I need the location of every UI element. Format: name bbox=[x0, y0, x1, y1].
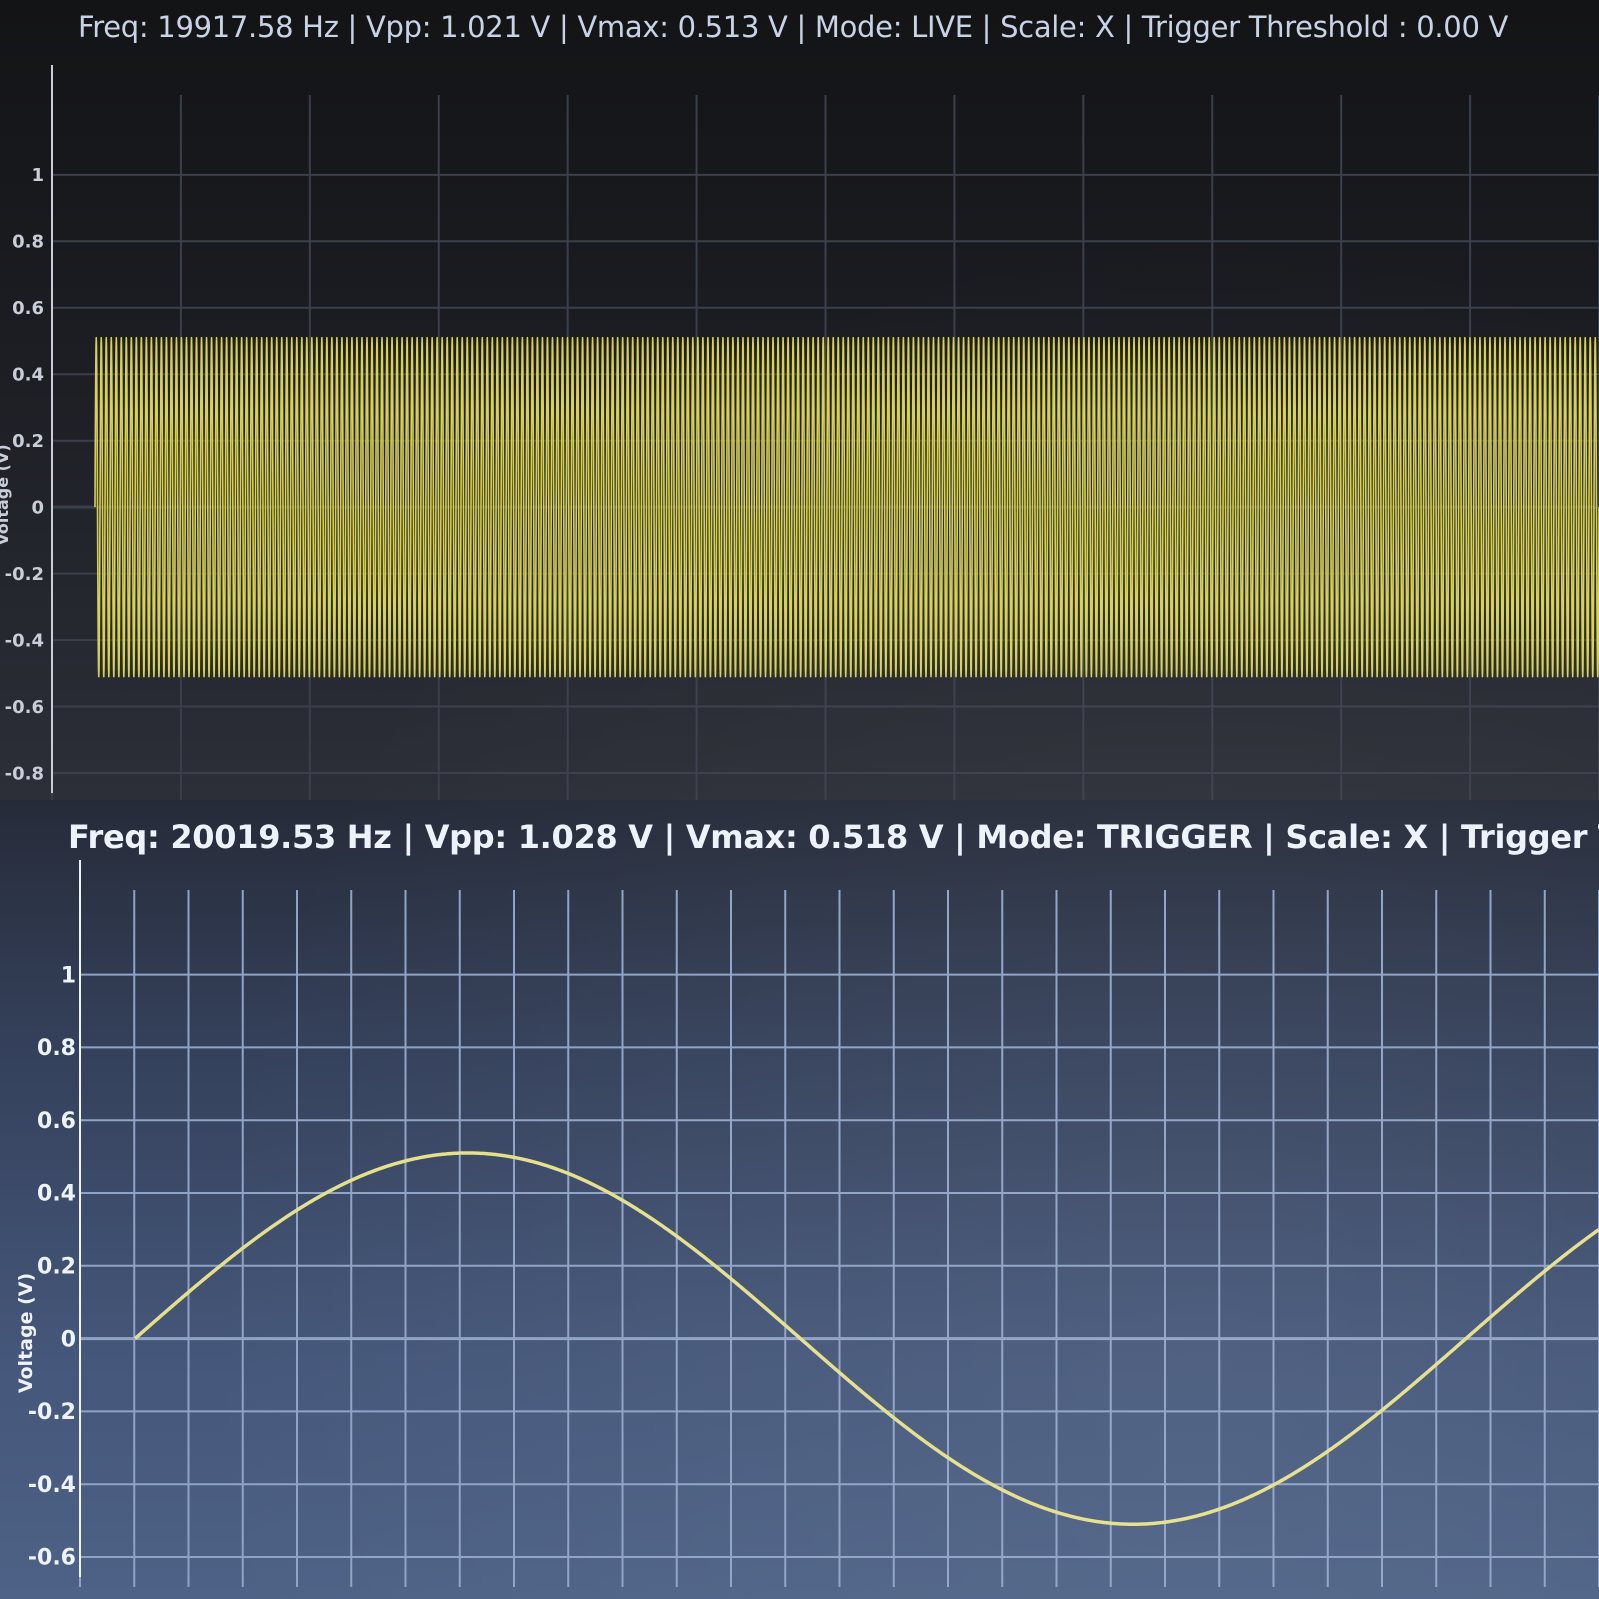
separator: | bbox=[652, 818, 686, 856]
y-tick-label: 0.6 bbox=[37, 1109, 76, 1134]
vpp-readout: Vpp: 1.021 V bbox=[365, 10, 551, 44]
y-tick-label: 1 bbox=[61, 963, 76, 988]
y-tick-label: 0.8 bbox=[12, 232, 44, 253]
separator: | bbox=[338, 10, 366, 44]
trigger-waveform-plot: 1 0.8 0.6 0.4 0.2 0 -0.2 -0.4 -0.6 Voltage (V) bbox=[15, 860, 1599, 1587]
trigger-threshold-readout: Trigger Threshold : 0.00 V bbox=[1141, 10, 1509, 44]
trigger-threshold-readout: Trigger Thres bbox=[1460, 818, 1599, 856]
y-tick-label: -0.6 bbox=[28, 1546, 76, 1571]
mode-readout: Mode: TRIGGER bbox=[976, 818, 1253, 856]
y-tick-label: -0.4 bbox=[28, 1473, 76, 1498]
live-status-bar: Freq: 19917.58 Hz | Vpp: 1.021 V | Vmax:… bbox=[78, 10, 1599, 44]
y-tick-label: -0.2 bbox=[28, 1400, 76, 1425]
separator: | bbox=[943, 818, 977, 856]
vmax-readout: Vmax: 0.513 V bbox=[577, 10, 788, 44]
separator: | bbox=[391, 818, 425, 856]
freq-readout: Freq: 20019.53 Hz bbox=[68, 818, 392, 856]
y-axis-label: Voltage (V) bbox=[15, 1273, 37, 1393]
y-tick-label: 0.8 bbox=[37, 1036, 76, 1061]
separator: | bbox=[972, 10, 1001, 44]
y-tick-labels: 1 0.8 0.6 0.4 0.2 0 -0.2 -0.4 -0.6 bbox=[28, 963, 76, 1570]
y-tick-label: 0.4 bbox=[12, 365, 44, 386]
separator: | bbox=[1114, 10, 1142, 44]
oscilloscope-screen: 1 0.8 0.6 0.4 0.2 0 -0.2 -0.4 -0.6 -0.8 Voltage (V… bbox=[0, 0, 1599, 1599]
y-tick-label: 0.6 bbox=[12, 298, 44, 319]
trigger-scope-panel: 1 0.8 0.6 0.4 0.2 0 -0.2 -0.4 -0.6 Voltage (V) Fr… bbox=[0, 800, 1599, 1599]
separator: | bbox=[1427, 818, 1461, 856]
y-tick-label: 0.2 bbox=[12, 431, 44, 452]
y-tick-label: 0 bbox=[61, 1327, 76, 1352]
y-tick-label: 0 bbox=[31, 497, 44, 518]
y-tick-label: 0.4 bbox=[37, 1182, 76, 1207]
y-tick-label: -0.6 bbox=[5, 697, 44, 718]
scale-readout: Scale: X bbox=[1285, 818, 1428, 856]
y-tick-label: -0.4 bbox=[5, 630, 44, 651]
vpp-readout: Vpp: 1.028 V bbox=[424, 818, 653, 856]
y-tick-label: 0.2 bbox=[37, 1255, 76, 1280]
trigger-status-bar: Freq: 20019.53 Hz | Vpp: 1.028 V | Vmax:… bbox=[68, 818, 1599, 856]
live-scope-panel: 1 0.8 0.6 0.4 0.2 0 -0.2 -0.4 -0.6 -0.8 Voltage (V… bbox=[0, 0, 1599, 800]
separator: | bbox=[787, 10, 815, 44]
waveform-trace bbox=[94, 336, 1599, 678]
vertical-gridlines bbox=[79, 890, 1599, 1587]
freq-readout: Freq: 19917.58 Hz bbox=[78, 10, 339, 44]
separator: | bbox=[1252, 818, 1286, 856]
y-tick-label: -0.8 bbox=[5, 763, 44, 784]
vmax-readout: Vmax: 0.518 V bbox=[685, 818, 944, 856]
scale-readout: Scale: X bbox=[1000, 10, 1115, 44]
live-waveform-plot: 1 0.8 0.6 0.4 0.2 0 -0.2 -0.4 -0.6 -0.8 Voltage (V… bbox=[0, 65, 1599, 800]
y-tick-label: -0.2 bbox=[5, 564, 44, 585]
y-axis-label: Voltage (V) bbox=[0, 444, 12, 545]
mode-readout: Mode: LIVE bbox=[814, 10, 973, 44]
separator: | bbox=[550, 10, 578, 44]
y-tick-label: 1 bbox=[31, 165, 44, 186]
vertical-gridlines bbox=[51, 95, 1599, 800]
